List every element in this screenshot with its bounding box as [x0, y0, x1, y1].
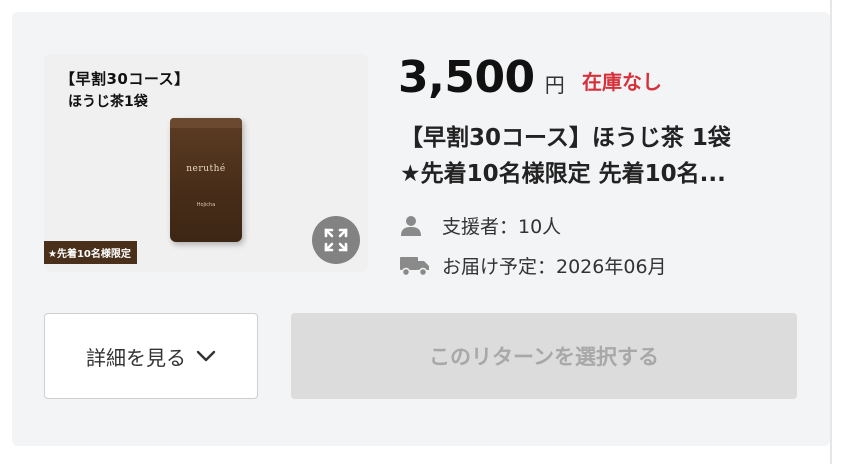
stock-status: 在庫なし	[582, 70, 662, 94]
expand-image-button[interactable]	[312, 216, 360, 264]
delivery-row: お届け予定：2026年06月	[400, 252, 667, 279]
select-reward-button[interactable]: このリターンを選択する	[291, 313, 797, 399]
see-details-button[interactable]: 詳細を見る	[44, 313, 258, 399]
supporters-row: 支援者：10人	[400, 212, 561, 239]
supporters-count: 支援者：10人	[442, 216, 562, 238]
delivery-date: お届け予定：2026年06月	[442, 256, 667, 278]
scrollbar-track	[830, 0, 832, 464]
chevron-down-icon	[196, 349, 216, 363]
pouch-product: Hojicha	[196, 202, 216, 208]
price: 3,500	[398, 52, 535, 103]
price-row: 3,500 円	[398, 52, 565, 103]
currency: 円	[544, 73, 565, 97]
image-label-line1: 【早割30コース】	[60, 70, 190, 88]
truck-icon	[400, 254, 430, 278]
select-reward-label: このリターンを選択する	[429, 345, 659, 369]
expand-arrows-icon	[324, 228, 348, 252]
reward-title-line2: ★先着10名様限定 先着10名...	[400, 161, 726, 187]
image-label-line2: ほうじ茶1袋	[68, 94, 148, 110]
person-icon	[400, 214, 430, 238]
pouch-brand: neruthé	[186, 164, 226, 174]
product-pouch: neruthé Hojicha	[170, 118, 242, 242]
reward-title: 【早割30コース】ほうじ茶 1袋 ★先着10名様限定 先着10名...	[400, 120, 800, 192]
reward-title-line1: 【早割30コース】ほうじ茶 1袋	[400, 125, 731, 151]
limited-badge: ★先着10名様限定	[44, 241, 137, 264]
see-details-label: 詳細を見る	[86, 345, 186, 370]
